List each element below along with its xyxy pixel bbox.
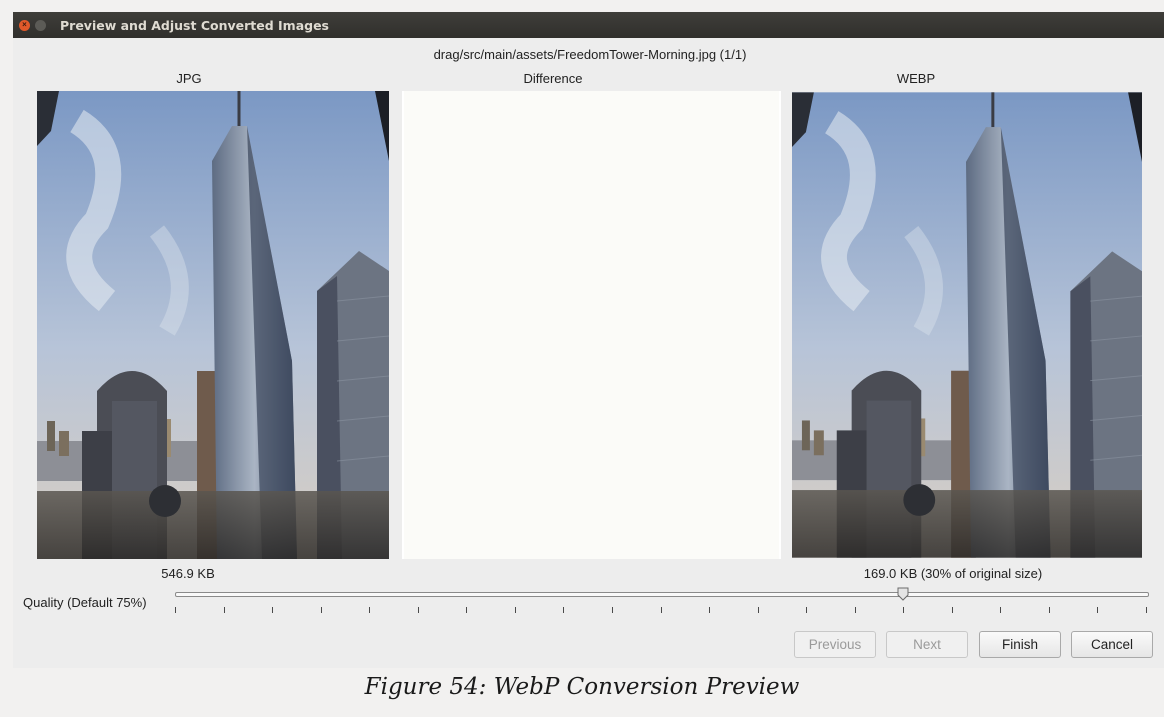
quality-slider-tick [1000,607,1001,613]
file-path: drag/src/main/assets/FreedomTower-Mornin… [433,47,747,62]
finish-button[interactable]: Finish [979,631,1061,658]
difference-preview-image [402,91,781,559]
figure-caption: Figure 54: WebP Conversion Preview [364,674,800,700]
window-title: Preview and Adjust Converted Images [60,17,330,33]
quality-slider-tick [709,607,710,613]
jpg-preview-image [37,91,389,559]
quality-slider-tick [418,607,419,613]
title-bar: × Preview and Adjust Converted Images [13,12,1164,38]
quality-slider-tick [321,607,322,613]
quality-slider-tick [1049,607,1050,613]
quality-slider-thumb[interactable] [897,587,909,601]
minimize-icon[interactable] [35,19,46,31]
quality-slider-tick [466,607,467,613]
quality-slider-tick [661,607,662,613]
quality-slider-tick [563,607,564,613]
quality-slider-tick [952,607,953,613]
webp-column-label: WEBP [896,71,936,86]
converted-size-label: 169.0 KB (30% of original size) [863,566,1043,581]
cancel-button[interactable]: Cancel [1071,631,1153,658]
quality-slider-tick [855,607,856,613]
quality-slider-tick [903,607,904,613]
quality-slider-tick [758,607,759,613]
quality-label: Quality (Default 75%) [23,595,147,610]
quality-slider-tick [175,607,176,613]
quality-slider-tick [369,607,370,613]
next-button[interactable]: Next [886,631,968,658]
quality-slider-tick [1097,607,1098,613]
quality-slider-tick [224,607,225,613]
quality-slider-tick [806,607,807,613]
quality-slider-track[interactable] [175,592,1149,597]
webp-preview-image [792,91,1142,559]
quality-slider-tick [612,607,613,613]
close-icon[interactable]: × [19,19,30,31]
original-size-label: 546.9 KB [161,566,215,581]
conversion-dialog: × Preview and Adjust Converted Images dr… [13,12,1164,668]
jpg-column-label: JPG [176,71,202,86]
quality-slider-tick [272,607,273,613]
quality-slider-tick [515,607,516,613]
quality-slider[interactable] [175,587,1149,617]
quality-slider-tick [1146,607,1147,613]
difference-column-label: Difference [523,71,583,86]
previous-button[interactable]: Previous [794,631,876,658]
